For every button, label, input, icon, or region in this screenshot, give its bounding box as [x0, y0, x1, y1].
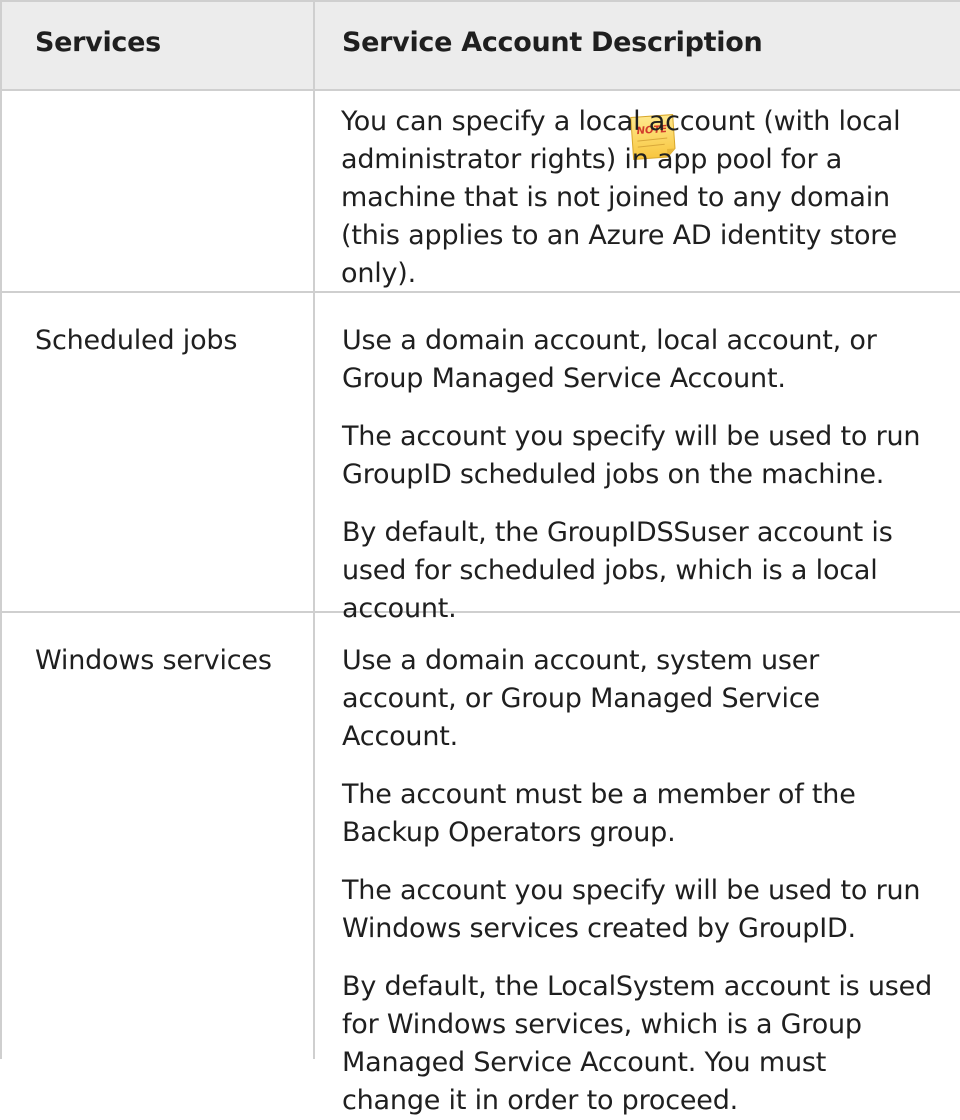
row-1-paragraph-3: By default, the GroupIDSSuser account is…	[342, 517, 893, 624]
row-2-paragraph-3: The account you specify will be used to …	[342, 875, 921, 944]
table-top-border	[0, 0, 960, 2]
header-service-account-description: Service Account Description	[342, 27, 763, 58]
service-name-scheduled-jobs: Scheduled jobs	[35, 325, 238, 356]
note-text: You can specify a local account (with lo…	[341, 106, 901, 289]
table-column-divider	[313, 0, 315, 1059]
table-left-border	[0, 0, 2, 1059]
row-1-paragraph-1: Use a domain account, local account, or …	[342, 325, 877, 394]
row-2-paragraph-1: Use a domain account, system user accoun…	[342, 645, 820, 752]
row-1-description: Use a domain account, local account, or …	[342, 322, 932, 628]
row-2-paragraph-2: The account must be a member of the Back…	[342, 779, 856, 848]
service-accounts-table: Services Service Account Description NOT…	[0, 0, 960, 1116]
row-2-description: Use a domain account, system user accoun…	[342, 642, 932, 1120]
row-1-paragraph-2: The account you specify will be used to …	[342, 421, 921, 490]
service-name-windows-services: Windows services	[35, 645, 272, 676]
table-header-divider	[0, 89, 960, 91]
header-services: Services	[35, 27, 161, 58]
row-2-paragraph-4: By default, the LocalSystem account is u…	[342, 971, 933, 1116]
